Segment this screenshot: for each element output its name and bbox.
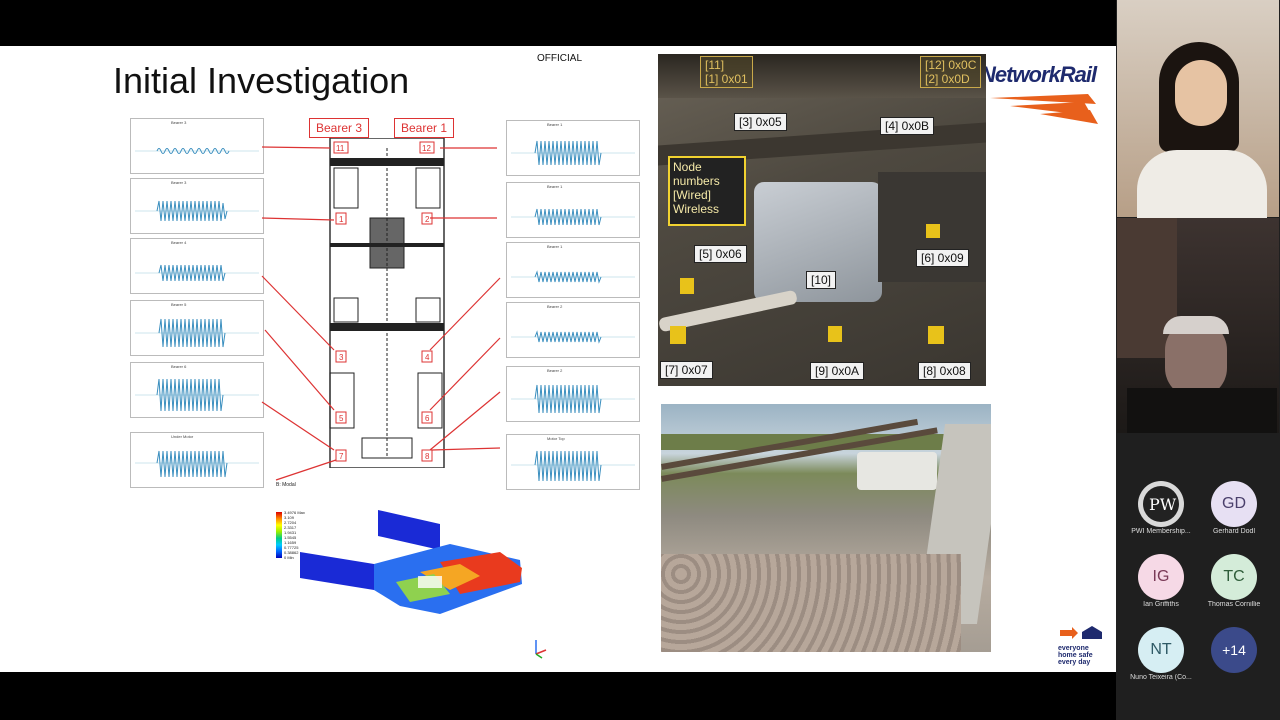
node-legend-box: Node numbers [Wired] Wireless <box>668 156 746 226</box>
legend-line: [Wired] <box>673 188 712 202</box>
participant-hair <box>1163 316 1229 334</box>
legend-line: numbers <box>673 174 720 188</box>
avatar-gd[interactable]: GD <box>1211 481 1257 527</box>
participant-name: Nuno Teixeira (Co... <box>1130 674 1192 681</box>
node-label-12-2: [12] 0x0C [2] 0x0D <box>920 56 982 88</box>
label-line: [12] 0x0C <box>925 58 977 72</box>
logo-line: home safe <box>1058 652 1093 659</box>
fea-mesh-image <box>300 510 522 614</box>
legend-line: Node <box>673 160 702 174</box>
participant-name: Gerhard Dodl <box>1212 528 1256 535</box>
point-machine <box>857 452 937 490</box>
node-label-11-1: [11] [1] 0x01 <box>700 56 753 88</box>
sensor-node-icon <box>670 326 686 344</box>
more-participants-button[interactable]: +14 <box>1211 627 1257 673</box>
network-rail-logo: NetworkRail <box>980 60 1100 126</box>
avatar-pwi[interactable]: PW <box>1138 481 1184 527</box>
sensor-node-icon <box>680 278 694 294</box>
avatar-nt[interactable]: NT <box>1138 627 1184 673</box>
pwi-logo-icon: PW <box>1143 486 1179 522</box>
node-label-5: [5] 0x06 <box>694 245 747 263</box>
node-label-3: [3] 0x05 <box>734 113 787 131</box>
ballast-stones <box>661 554 961 652</box>
sensor-node-photo: [11] [1] 0x01 [12] 0x0C [2] 0x0D [3] 0x0… <box>658 54 986 386</box>
speaker-face <box>1175 60 1227 126</box>
fea-model-figure: B: Modal 3.4976 Max 3.109 2.7204 2.3317 … <box>276 482 526 632</box>
legend-line: Wireless <box>673 202 720 216</box>
sensor-node-icon <box>928 326 944 344</box>
fea-label: B: Modal <box>276 482 296 488</box>
svg-text:PW: PW <box>1149 495 1177 514</box>
speaker-body <box>1137 150 1267 220</box>
sensor-node-icon <box>926 224 940 238</box>
logo-line: everyone <box>1058 645 1089 652</box>
axes-triad-icon <box>535 640 547 659</box>
node-label-10: [10] <box>806 271 837 289</box>
participant-name: Ian Griffiths <box>1143 601 1179 608</box>
participant-body <box>1127 388 1277 433</box>
speaker-video-tile[interactable] <box>1117 0 1279 220</box>
node-label-4: [4] 0x0B <box>880 117 935 135</box>
label-line: [11] <box>705 58 725 72</box>
connector-arrows <box>261 146 501 481</box>
participant-name: Thomas Cornillie <box>1207 601 1261 608</box>
sensor-node-icon <box>828 326 842 342</box>
label-line: [2] 0x0D <box>925 72 970 86</box>
node-label-8: [8] 0x08 <box>918 362 971 380</box>
house-arrow-icon <box>1060 626 1102 639</box>
avatar-tc[interactable]: TC <box>1211 554 1257 600</box>
bottom-black-bar <box>0 672 1116 720</box>
track-side-photo <box>661 404 991 652</box>
label-line: [1] 0x01 <box>705 72 748 86</box>
brand-swoosh-icon <box>990 94 1098 124</box>
shared-slide: Initial Investigation OFFICIAL NetworkRa… <box>0 46 1116 672</box>
fea-color-scale <box>276 512 282 558</box>
logo-line: every day <box>1058 659 1091 666</box>
top-black-bar <box>0 0 1116 46</box>
node-label-6: [6] 0x09 <box>916 249 969 267</box>
node-label-9: [9] 0x0A <box>810 362 865 380</box>
safety-campaign-logo: everyone home safe every day <box>1058 626 1108 668</box>
participant-name: PWI Membership... <box>1131 528 1191 535</box>
avatar-ig[interactable]: IG <box>1138 554 1184 600</box>
participant-video-tile[interactable] <box>1117 218 1279 433</box>
node-label-7: [7] 0x07 <box>660 361 713 379</box>
